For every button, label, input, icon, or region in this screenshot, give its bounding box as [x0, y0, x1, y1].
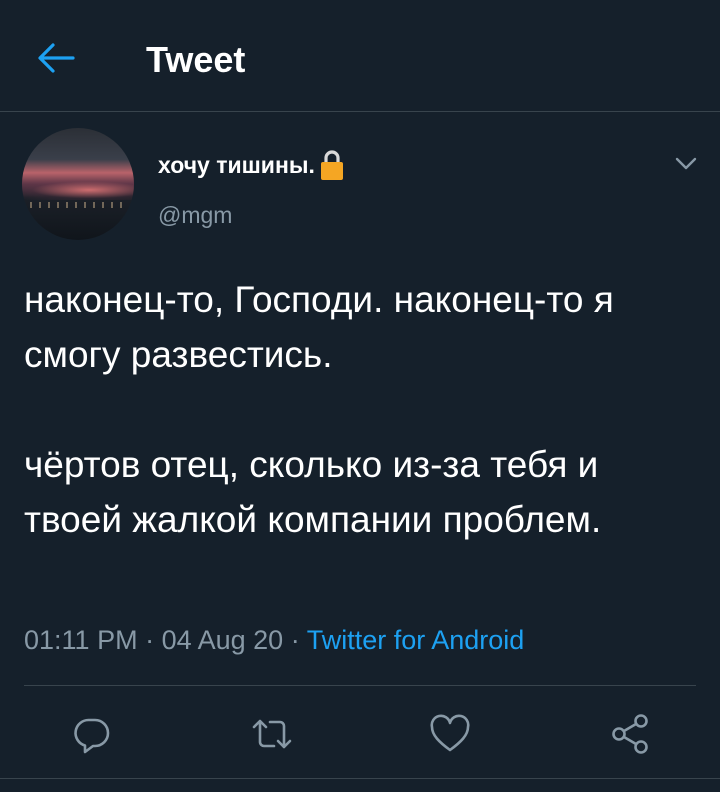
- avatar-sky: [22, 180, 134, 200]
- meta-separator: ·: [283, 625, 307, 655]
- lock-icon: [320, 150, 343, 180]
- tweet-options-button[interactable]: [668, 150, 704, 178]
- reply-icon: [74, 718, 110, 754]
- reply-button[interactable]: [68, 710, 116, 758]
- tweet-text: наконец-то, Господи. наконец-то я смогу …: [24, 272, 700, 547]
- retweet-icon: [252, 719, 292, 749]
- user-handle[interactable]: @mgm: [158, 200, 232, 230]
- tweet-time: 01:11 PM: [24, 625, 138, 655]
- back-button[interactable]: [24, 26, 88, 90]
- tweet-source-link[interactable]: Twitter for Android: [307, 625, 525, 655]
- divider: [24, 685, 696, 686]
- chevron-down-icon: [675, 157, 697, 170]
- tweet-paragraph: чёртов отец, сколько из-за тебя и твоей …: [24, 444, 602, 540]
- top-bar: Tweet: [0, 0, 720, 112]
- tweet-actions: [0, 710, 720, 758]
- tweet-date: 04 Aug 20: [161, 625, 284, 655]
- arrow-left-icon: [38, 43, 75, 73]
- author-name-row[interactable]: хочу тишины.: [158, 148, 345, 182]
- share-button[interactable]: [606, 710, 654, 758]
- display-name: хочу тишины.: [158, 152, 315, 178]
- meta-separator: ·: [137, 625, 162, 655]
- retweet-button[interactable]: [248, 710, 296, 758]
- divider: [0, 778, 720, 779]
- tweet-paragraph: наконец-то, Господи. наконец-то я смогу …: [24, 279, 614, 375]
- heart-icon: [430, 714, 470, 752]
- tweet-meta: 01:11 PM · 04 Aug 20 · Twitter for Andro…: [24, 620, 524, 660]
- share-icon: [612, 714, 648, 754]
- avatar-city-lights: [30, 202, 126, 208]
- avatar[interactable]: [22, 128, 134, 240]
- like-button[interactable]: [426, 710, 474, 758]
- page-title: Tweet: [146, 39, 246, 80]
